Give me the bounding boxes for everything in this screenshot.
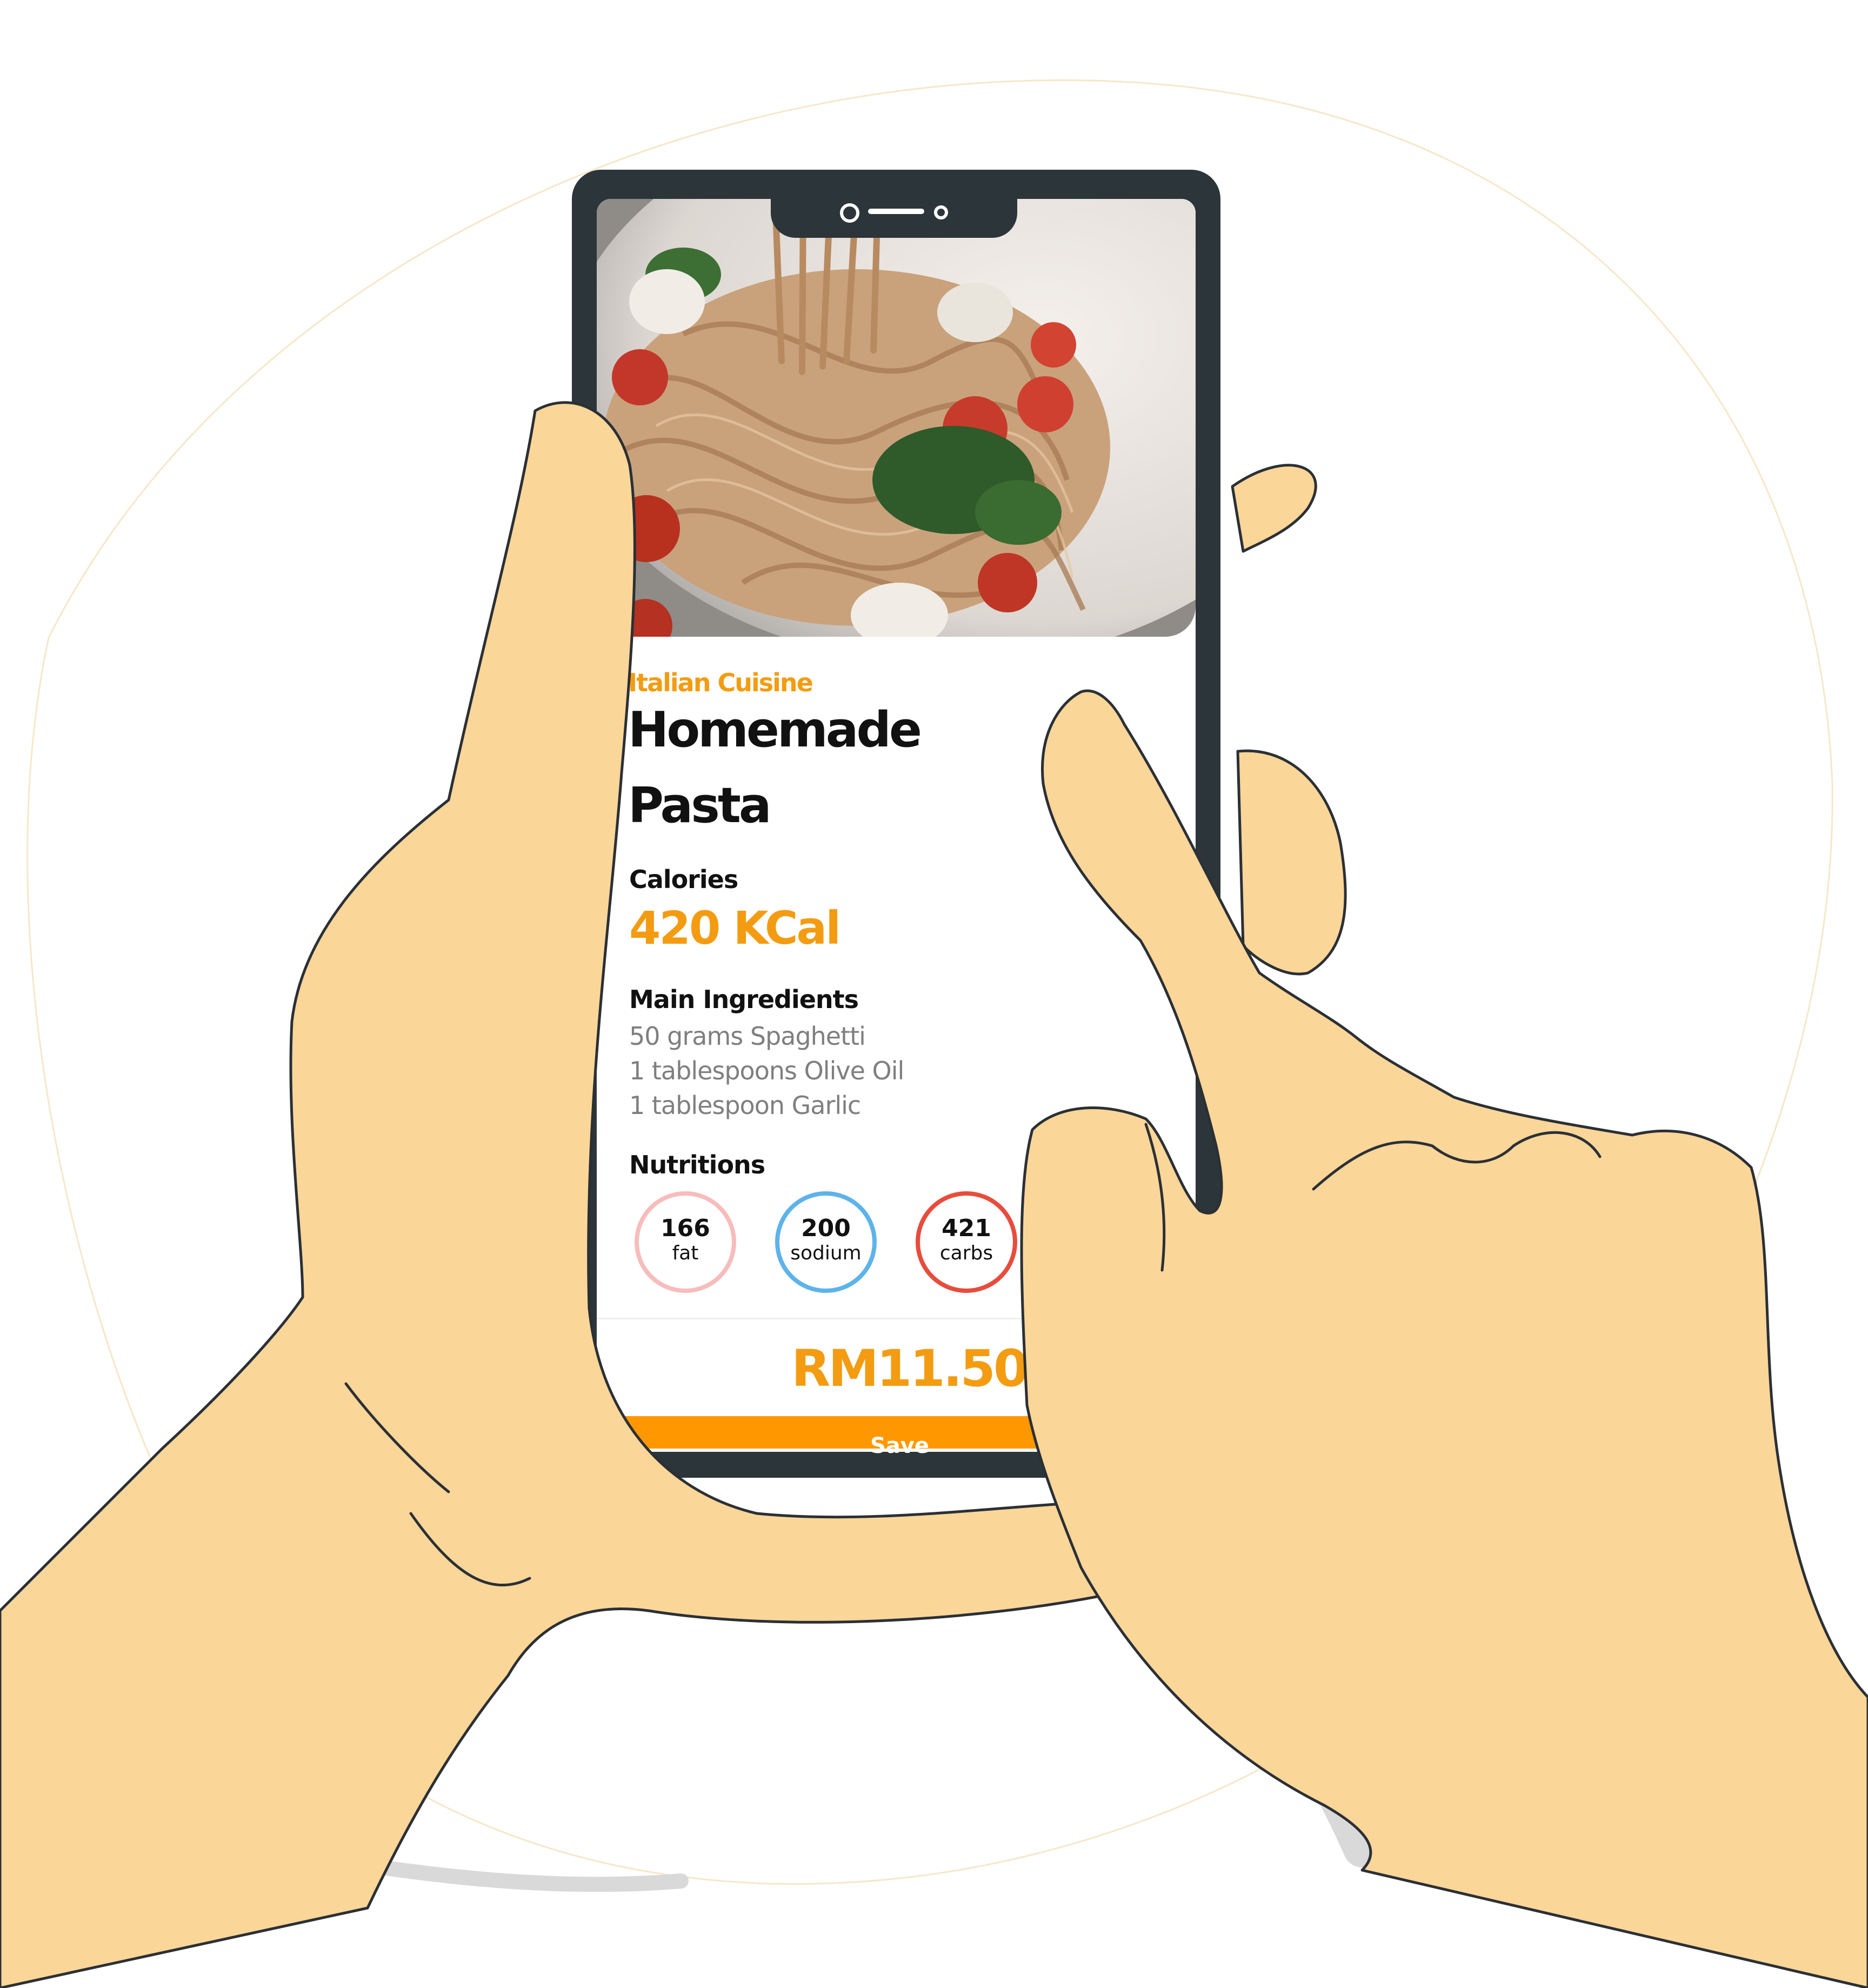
hands-illustration [0,401,1868,1988]
illustration-stage: Italian Cuisine Homemade Pasta Calories … [0,0,1868,1988]
